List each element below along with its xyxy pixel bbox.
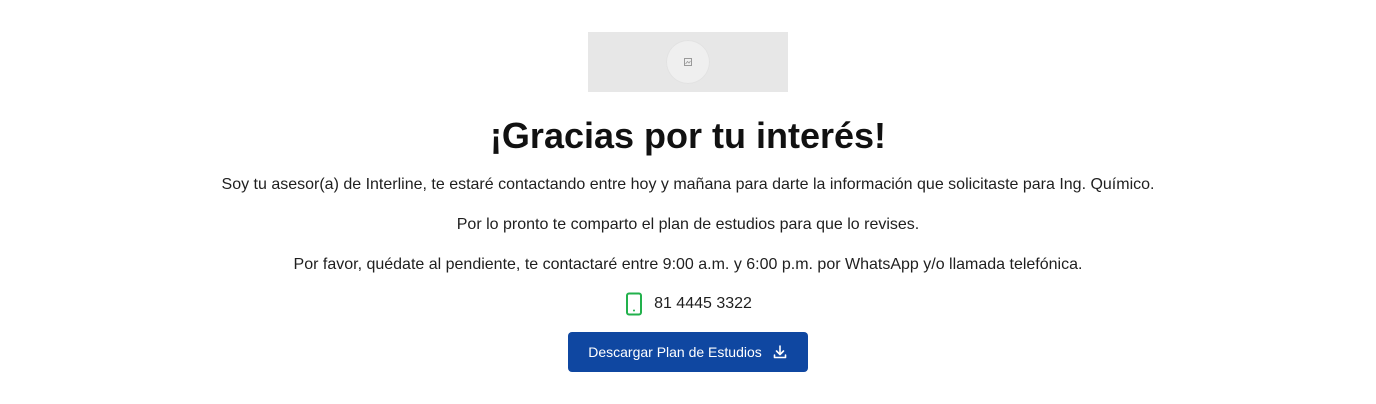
- page-title: ¡Gracias por tu interés!: [489, 115, 887, 156]
- advisor-message: Soy tu asesor(a) de Interline, te estaré…: [221, 176, 1155, 193]
- phone-contact: 81 4445 3322: [0, 292, 1376, 316]
- study-plan-message: Por lo pronto te comparto el plan de est…: [456, 216, 920, 233]
- phone-number[interactable]: 81 4445 3322: [654, 295, 752, 313]
- image-placeholder-icon: [684, 58, 692, 66]
- download-icon: [772, 344, 788, 360]
- phone-icon: [624, 292, 644, 316]
- download-study-plan-button[interactable]: Descargar Plan de Estudios: [568, 332, 808, 372]
- hero-image: [588, 32, 788, 92]
- contact-hours-message: Por favor, quédate al pendiente, te cont…: [293, 256, 1083, 273]
- image-placeholder: [666, 40, 710, 84]
- download-button-label: Descargar Plan de Estudios: [588, 344, 762, 360]
